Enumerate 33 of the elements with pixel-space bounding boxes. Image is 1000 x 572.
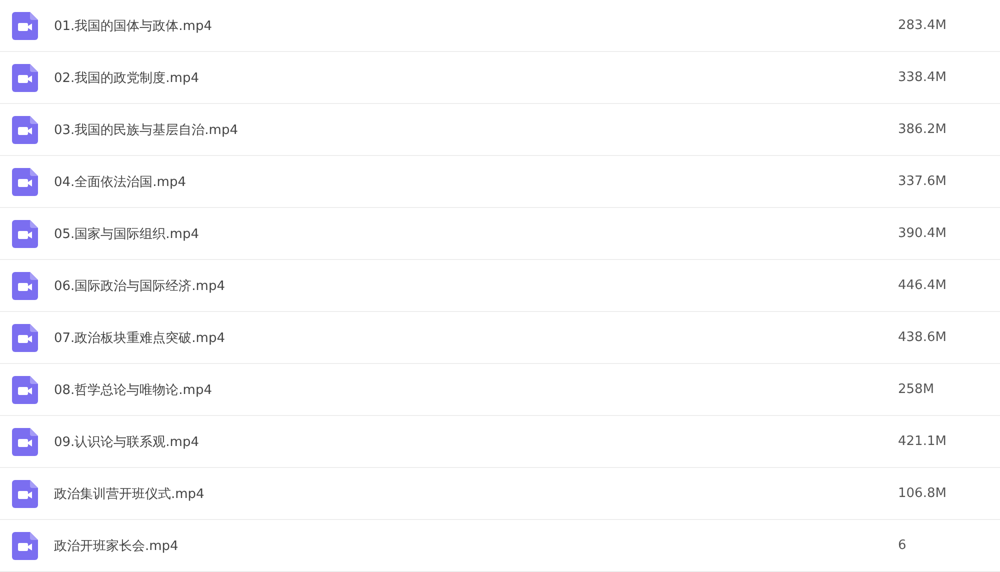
video-file-icon (12, 168, 38, 196)
file-size: 6 (898, 538, 908, 553)
video-file-icon (12, 12, 38, 40)
file-size: 446.4M (898, 278, 948, 293)
file-name[interactable]: 05.国家与国际组织.mp4 (54, 224, 898, 242)
video-file-icon (12, 272, 38, 300)
file-name[interactable]: 03.我国的民族与基层自治.mp4 (54, 120, 898, 138)
file-name[interactable]: 政治开班家长会.mp4 (54, 536, 898, 554)
file-size: 338.4M (898, 70, 948, 85)
file-name[interactable]: 09.认识论与联系观.mp4 (54, 432, 898, 450)
file-size: 337.6M (898, 174, 948, 189)
file-size: 283.4M (898, 18, 948, 33)
video-file-icon (12, 376, 38, 404)
file-name[interactable]: 06.国际政治与国际经济.mp4 (54, 276, 898, 294)
file-size: 106.8M (898, 486, 948, 501)
video-file-icon (12, 116, 38, 144)
file-name[interactable]: 08.哲学总论与唯物论.mp4 (54, 380, 898, 398)
file-size: 258M (898, 382, 936, 397)
video-file-icon (12, 64, 38, 92)
file-name[interactable]: 政治集训营开班仪式.mp4 (54, 484, 898, 502)
video-file-icon (12, 480, 38, 508)
file-name[interactable]: 01.我国的国体与政体.mp4 (54, 16, 898, 34)
file-size: 421.1M (898, 434, 948, 449)
video-file-icon (12, 428, 38, 456)
file-size: 390.4M (898, 226, 948, 241)
file-name[interactable]: 07.政治板块重难点突破.mp4 (54, 328, 898, 346)
file-name[interactable]: 04.全面依法治国.mp4 (54, 172, 898, 190)
file-size: 438.6M (898, 330, 948, 345)
video-file-icon (12, 220, 38, 248)
video-file-icon (12, 324, 38, 352)
file-size: 386.2M (898, 122, 948, 137)
video-file-icon (12, 532, 38, 560)
file-name[interactable]: 02.我国的政党制度.mp4 (54, 68, 898, 86)
